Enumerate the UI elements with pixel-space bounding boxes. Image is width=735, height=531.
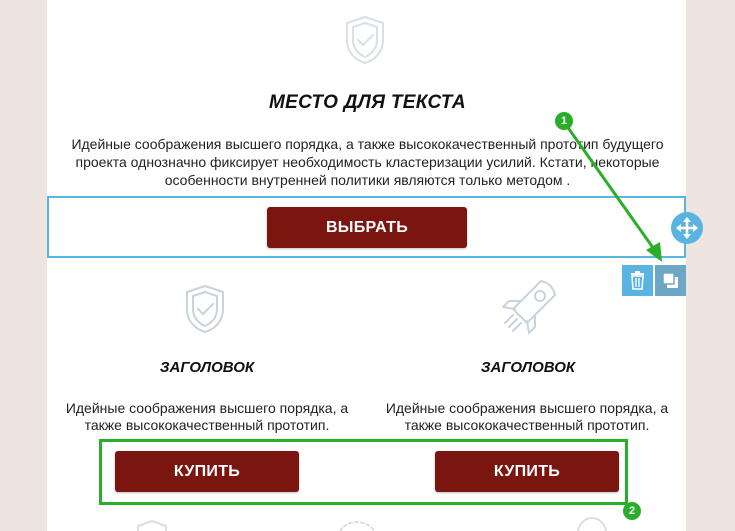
hero-title: МЕСТО ДЛЯ ТЕКСТА [269,92,466,113]
column-text: Идейные соображения высшего порядка, а т… [367,400,687,434]
column-text-line: Идейные соображения высшего порядка, а [65,400,349,416]
select-button[interactable]: ВЫБРАТЬ [267,207,467,248]
move-icon [676,217,698,239]
shield-check-icon [346,16,384,64]
column-title: ЗАГОЛОВОК [159,359,255,376]
column-text-line: также высококачественный прототип. [404,417,650,433]
column-text-line: Идейные соображения высшего порядка, а [385,400,669,416]
annotation-highlight-box [99,439,628,505]
move-handle[interactable] [671,212,703,244]
annotation-badge-1: 1 [555,112,573,130]
shield-check-icon [186,285,224,333]
column-text: Идейные соображения высшего порядка, а т… [47,400,367,434]
circle-partial-icon [577,517,607,531]
column-title: ЗАГОЛОВОК [480,359,576,376]
annotation-arrow [562,121,662,262]
dashed-circle-partial-icon [339,521,375,531]
column-text-line: также высококачественный прототип. [84,417,330,433]
shield-partial-icon [137,520,167,531]
annotation-badge-2: 2 [623,502,641,520]
rocket-icon [502,280,556,334]
